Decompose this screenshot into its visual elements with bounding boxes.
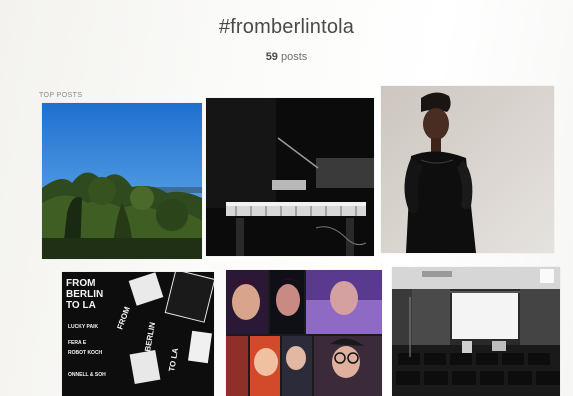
hashtag-title: #fromberlintola: [218, 16, 355, 38]
post-tile-landscape[interactable]: [42, 103, 202, 259]
lecture-room-photo: [392, 267, 560, 396]
post-count: 59 posts: [0, 51, 573, 63]
portrait-photo: [381, 86, 554, 253]
poster-side-text-3: ROBOT KOCH: [68, 350, 103, 356]
studio-photo: [206, 98, 374, 256]
poster-side-text-1: LUCKY PAIK: [68, 324, 98, 330]
tag-header: #fromberlintola 59 posts: [0, 16, 573, 63]
top-posts-label: TOP POSTS: [39, 92, 83, 99]
post-count-number: 59: [265, 51, 278, 63]
landscape-photo: [42, 103, 202, 259]
post-tile-collage[interactable]: [226, 270, 382, 396]
poster-side-text-4: ONNELL & SOH: [68, 372, 106, 378]
posters-photo: FROM BERLIN TO LA LUCKY PAIK FERA E ROBO…: [62, 272, 214, 396]
post-tile-studio[interactable]: [206, 98, 374, 256]
poster-side-text-2: FERA E: [68, 340, 87, 346]
post-tile-posters[interactable]: FROM BERLIN TO LA LUCKY PAIK FERA E ROBO…: [62, 272, 214, 396]
collage-photo: [226, 270, 382, 396]
post-tile-lecture-room[interactable]: [392, 267, 560, 396]
post-count-word: posts: [281, 51, 308, 63]
poster-text-line1: FROM: [66, 278, 95, 289]
post-tile-portrait[interactable]: [381, 86, 554, 253]
explore-tag-page: #fromberlintola 59 posts TOP POSTS FROM …: [0, 0, 573, 396]
poster-text-line3: TO LA: [66, 300, 96, 311]
poster-text-line2: BERLIN: [66, 289, 103, 300]
